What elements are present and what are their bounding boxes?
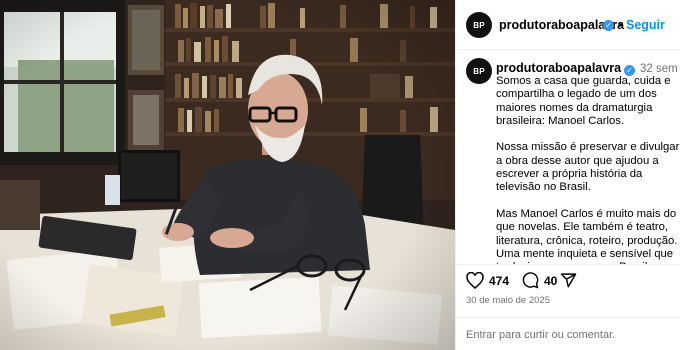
post-sidebar: BP produtoraboapalavra ✓ • Seguir BP pro… xyxy=(455,0,680,350)
post-date: 30 de maio de 2025 xyxy=(466,295,550,306)
heart-icon[interactable] xyxy=(466,272,484,289)
post-photo xyxy=(0,0,455,350)
post-header: BP produtoraboapalavra ✓ • Seguir xyxy=(456,0,680,50)
comment-action[interactable]: 40 xyxy=(522,272,557,289)
login-prompt: Entrar para curtir ou comentar. xyxy=(456,317,680,350)
comment-icon[interactable] xyxy=(522,272,539,289)
caption-paragraph: Mas Manoel Carlos é muito mais do que no… xyxy=(496,207,678,264)
caption-username-link[interactable]: produtoraboapalavra xyxy=(496,61,621,75)
caption-paragraph: Nossa missão é preservar e divulgar a ob… xyxy=(496,141,680,194)
caption-section[interactable]: BP produtoraboapalavra ✓ 32 sem Somos a ca… xyxy=(456,51,680,264)
caption-text: Somos a casa que guarda, cuida e compart… xyxy=(496,75,680,264)
actions-bar: 474 40 30 de maio de 2025 Entrar para cu… xyxy=(456,264,680,350)
avatar[interactable]: BP xyxy=(466,12,492,38)
share-action[interactable] xyxy=(560,272,577,289)
verified-badge-icon: ✓ xyxy=(603,20,614,31)
login-prompt-text: para curtir ou comentar. xyxy=(495,329,616,341)
caption-paragraph: Somos a casa que guarda, cuida e compart… xyxy=(496,75,671,127)
comment-count: 40 xyxy=(544,273,558,288)
like-action[interactable]: 474 xyxy=(466,272,509,289)
like-count: 474 xyxy=(489,273,510,288)
follow-button[interactable]: Seguir xyxy=(626,18,665,32)
caption-avatar[interactable]: BP xyxy=(466,58,492,84)
share-icon[interactable] xyxy=(560,272,577,289)
login-link[interactable]: Entrar xyxy=(466,329,496,341)
photo-illustration xyxy=(0,0,455,350)
separator-dot: • xyxy=(618,18,623,32)
post-age: 32 sem xyxy=(640,63,678,75)
